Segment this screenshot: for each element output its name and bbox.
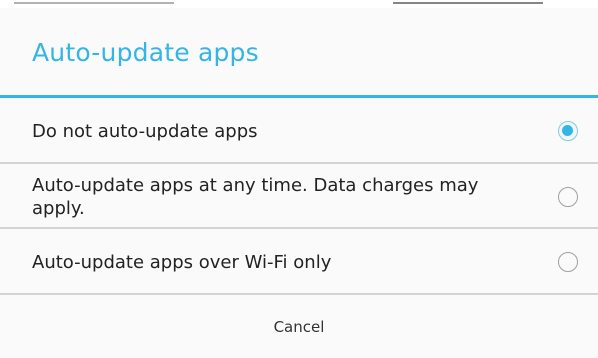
radio-button[interactable] <box>558 186 578 207</box>
option-label: Auto-update apps over Wi-Fi only <box>32 251 332 273</box>
dialog-title: Auto-update apps <box>32 38 259 67</box>
option-label: Auto-update apps at any time. Data charg… <box>32 174 479 219</box>
background-text-strip <box>0 0 598 8</box>
option-divider <box>0 162 598 164</box>
option-auto-update-wifi-only[interactable]: Auto-update apps over Wi-Fi only <box>0 230 598 294</box>
radio-button[interactable] <box>558 252 578 272</box>
cancel-button[interactable]: Cancel <box>0 295 598 358</box>
background-text-fragment <box>14 0 174 4</box>
option-do-not-auto-update[interactable]: Do not auto-update apps <box>0 99 598 163</box>
option-label: Do not auto-update apps <box>32 120 258 142</box>
option-auto-update-any-time[interactable]: Auto-update apps at any time. Data charg… <box>0 165 598 228</box>
title-divider <box>0 95 598 98</box>
background-text-fragment <box>393 0 543 4</box>
radio-button-selected[interactable] <box>558 121 578 141</box>
option-divider <box>0 227 598 229</box>
auto-update-dialog: Auto-update apps Do not auto-update apps… <box>0 0 598 358</box>
